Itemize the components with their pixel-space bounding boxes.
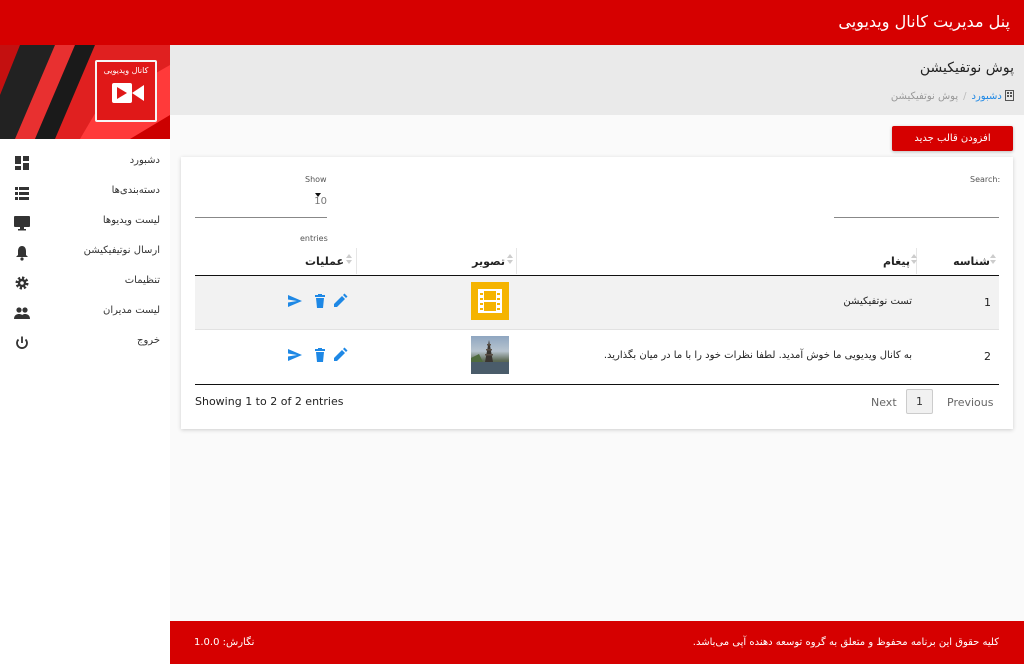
sort-icon [346,254,352,266]
previous-page-button[interactable]: Previous [947,396,994,409]
breadcrumb-current: پوش نوتفیکیشن [890,91,959,102]
page-length-select[interactable]: 10 [195,188,327,218]
breadcrumb: دشبورد / پوش نوتفیکیشن [891,90,1014,102]
sidebar-item-label: ارسال نوتیفیکیشن [83,245,160,256]
search-label: Search: [970,175,1001,184]
table-row: 2 به کانال ویدیویی ما خوش آمدید. لطفا نظ… [195,330,999,384]
sort-icon [507,254,513,266]
column-divider [356,248,357,274]
column-header-message[interactable]: پیغام [883,255,910,268]
trash-icon[interactable] [312,347,328,363]
column-header-actions[interactable]: عملیات [305,255,344,268]
sort-icon [990,254,996,266]
gear-icon [15,276,29,290]
breadcrumb-home-link[interactable]: دشبورد [972,91,1002,102]
app-title: پنل مدیریت کانال ویدیویی [838,12,1010,31]
breadcrumb-separator: / [963,91,967,102]
row-message: تست نوتفیکیشن [843,296,912,307]
people-icon [14,307,30,319]
column-header-id[interactable]: شناسه [953,255,990,268]
row-id: 2 [984,350,991,363]
entries-label: entries [300,234,328,243]
page-header: پوش نوتفیکیشن دشبورد / پوش نوتفیکیشن [170,45,1024,115]
column-header-image[interactable]: تصویر [472,255,505,268]
film-icon [478,289,502,313]
column-divider [516,248,517,274]
sidebar-menu: دشبورد دسته‌بندی‌ها لیست ویدیوها ارسال ن… [0,149,170,359]
video-camera-icon [112,83,144,103]
row-message: به کانال ویدیویی ما خوش آمدید. لطفا نظرا… [603,350,912,361]
sidebar-item-label: لیست ویدیوها [102,215,160,226]
page-title: پوش نوتفیکیشن [919,60,1014,76]
page-length-value: 10 [314,196,327,207]
sidebar-banner: کانال ویدیویی [0,45,170,139]
search-input[interactable] [834,190,999,218]
sidebar-item-label: دشبورد [129,155,160,166]
building-icon [1005,90,1014,101]
send-icon[interactable] [287,347,303,363]
edit-icon[interactable] [332,347,348,363]
trash-icon[interactable] [312,293,328,309]
table-row: 1 تست نوتفیکیشن [195,276,999,330]
logo-text: کانال ویدیویی [103,66,149,75]
page-1-button[interactable]: 1 [906,389,933,414]
table-info: Showing 1 to 2 of 2 entries [195,395,344,408]
row-id: 1 [984,296,991,309]
sidebar-item-videos[interactable]: لیست ویدیوها [0,209,170,239]
sidebar-item-send-notification[interactable]: ارسال نوتیفیکیشن [0,239,170,269]
sidebar-item-label: خروج [137,335,160,346]
channel-logo: کانال ویدیویی [95,60,157,122]
footer: کلیه حقوق این برنامه محفوظ و متعلق به گر… [170,621,1024,664]
sidebar-item-label: دسته‌بندی‌ها [111,185,160,196]
sidebar-item-label: لیست مدیران [102,305,160,316]
sidebar-item-categories[interactable]: دسته‌بندی‌ها [0,179,170,209]
send-icon[interactable] [287,293,303,309]
landscape-photo-icon [471,336,509,374]
add-template-button[interactable]: افزودن قالب جدید [892,126,1013,151]
top-bar: پنل مدیریت کانال ویدیویی [0,0,1024,45]
copyright-text: کلیه حقوق این برنامه محفوظ و متعلق به گر… [692,637,999,648]
sidebar: کانال ویدیویی دشبورد دسته‌بندی‌ها لیست و… [0,45,170,664]
row-thumbnail [471,282,509,320]
table-footer-border [195,384,999,385]
sidebar-item-logout[interactable]: خروج [0,329,170,359]
bell-icon [16,246,28,261]
monitor-icon [14,216,30,231]
next-page-button[interactable]: Next [871,396,897,409]
edit-icon[interactable] [332,293,348,309]
sidebar-item-settings[interactable]: تنظیمات [0,269,170,299]
sidebar-item-admins[interactable]: لیست مدیران [0,299,170,329]
version-text: نگارش: 1.0.0 [194,637,255,648]
list-icon [15,187,29,200]
temple-graphic [471,340,509,374]
sort-icon [911,254,917,266]
power-icon [16,336,28,349]
show-label: Show [305,175,327,184]
sidebar-item-dashboard[interactable]: دشبورد [0,149,170,179]
dashboard-icon [15,156,29,170]
sidebar-item-label: تنظیمات [124,275,160,286]
